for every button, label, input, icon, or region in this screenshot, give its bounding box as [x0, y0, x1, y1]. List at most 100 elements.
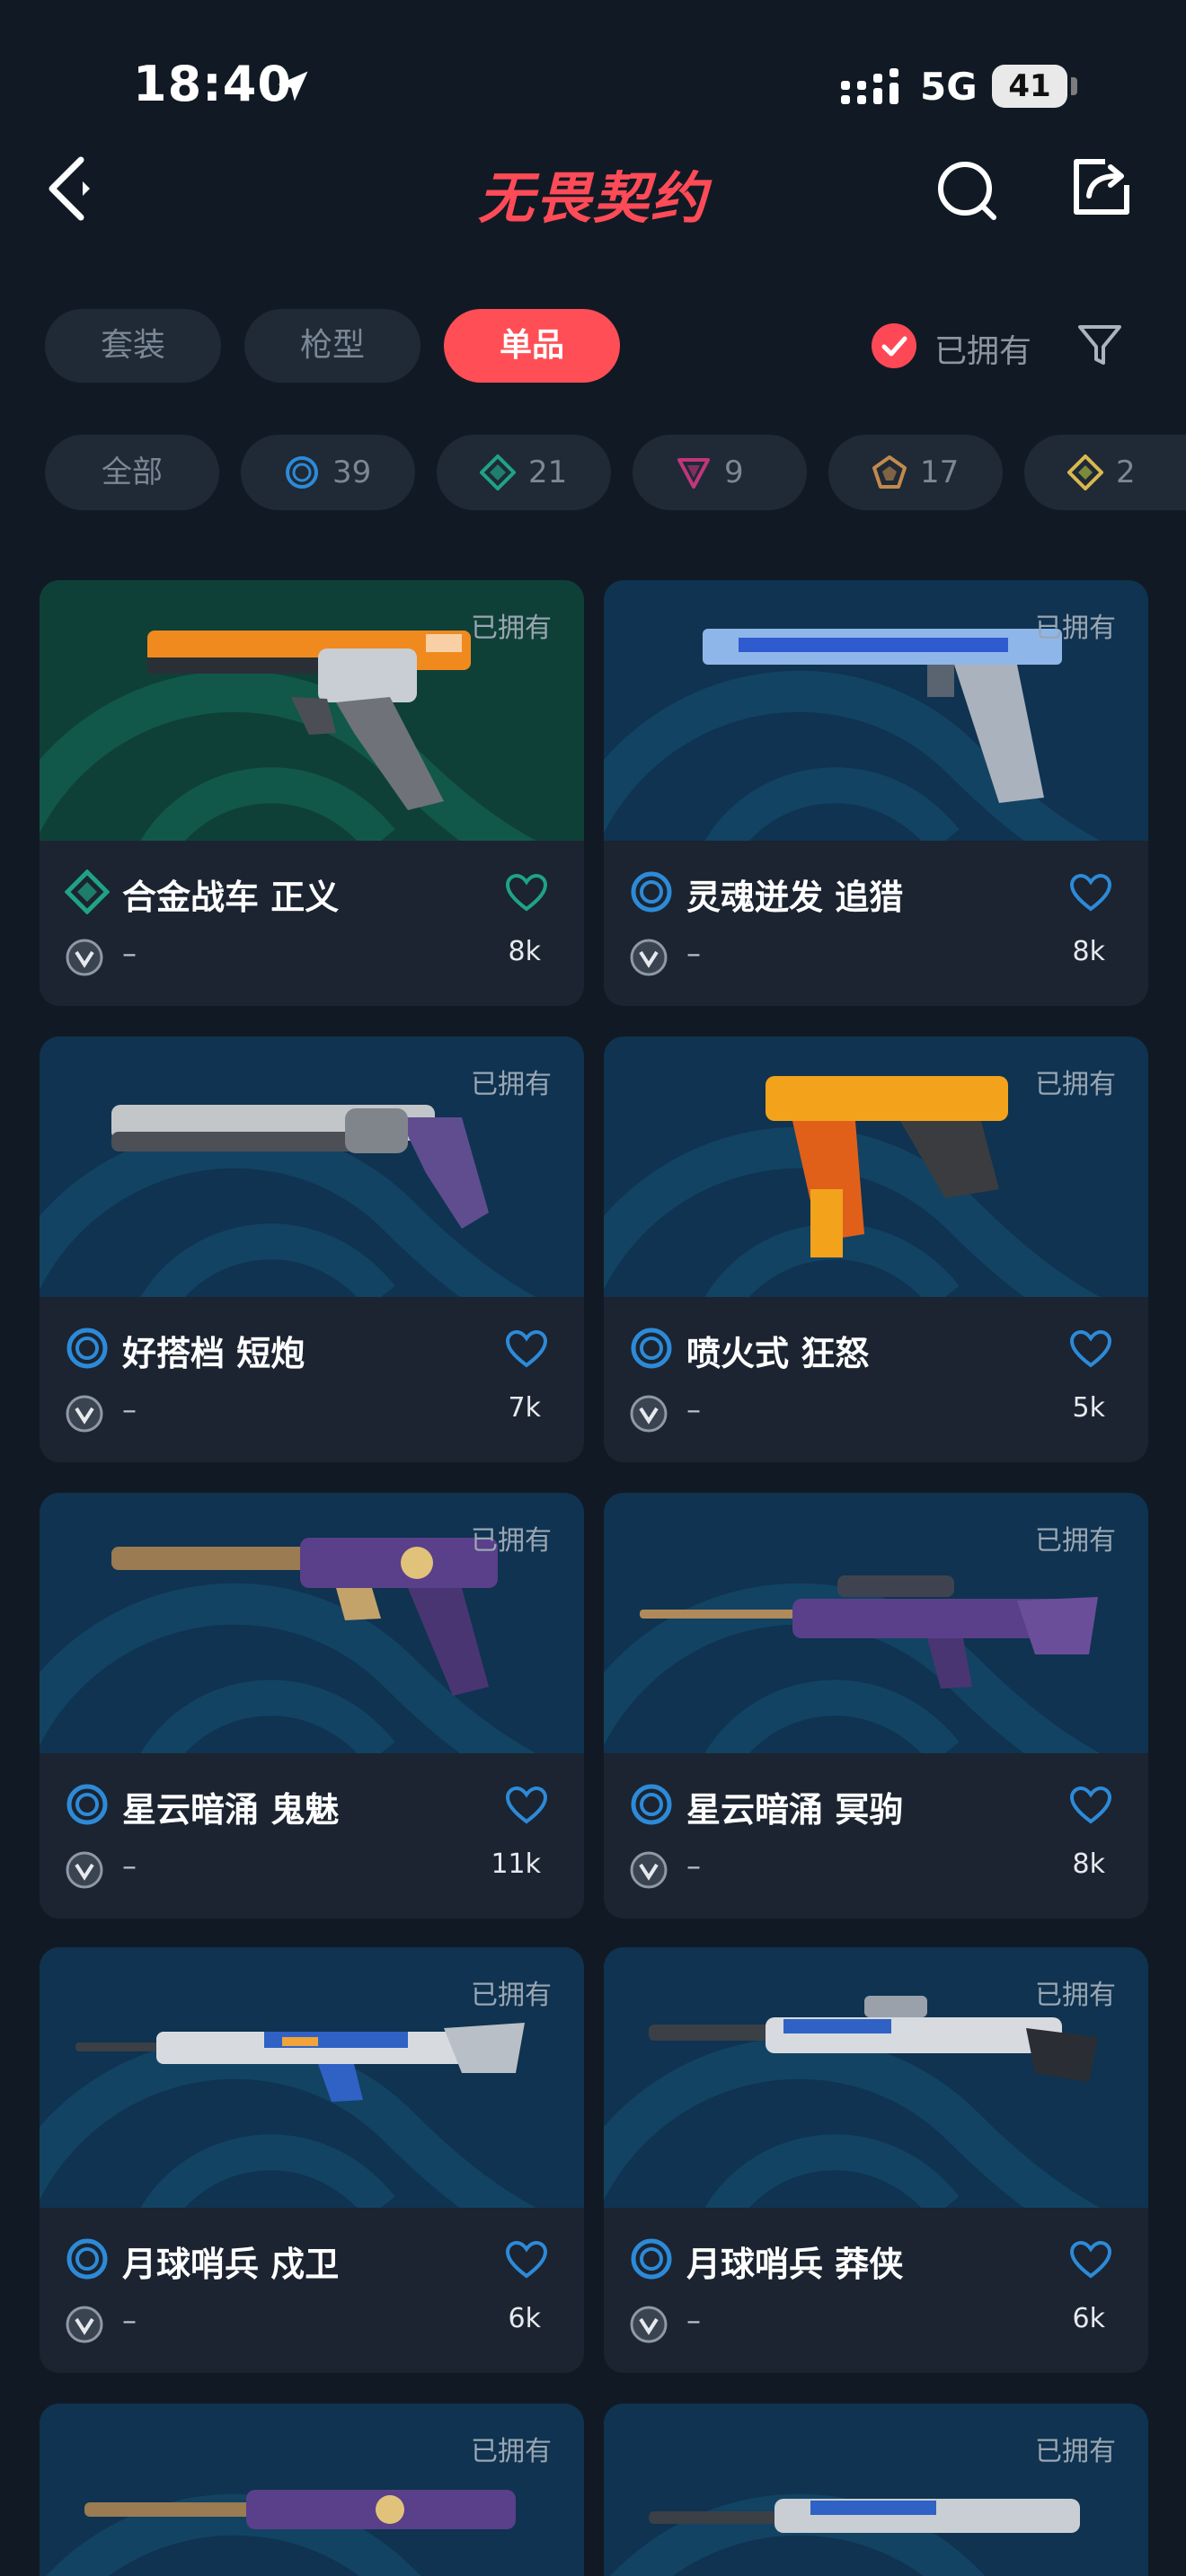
owned-tag: 已拥有 — [471, 1069, 552, 1100]
skin-name: 星云暗涌 鬼魅 — [122, 1790, 340, 1830]
like-count: 8k — [1072, 1848, 1105, 1880]
deluxe-tier-icon — [480, 454, 516, 490]
back-button[interactable] — [40, 153, 102, 225]
battery-level: 41 — [1008, 68, 1051, 104]
location-arrow-icon — [278, 71, 308, 101]
chip-count: 2 — [1116, 454, 1136, 490]
valorant-points-icon — [630, 1395, 668, 1433]
chip-premium-tier[interactable]: 9 — [633, 435, 807, 510]
skin-image: 已拥有 — [40, 1493, 584, 1753]
skin-card[interactable]: 已拥有 星云暗涌 冥驹 – 8k — [604, 1493, 1148, 1919]
owned-tag: 已拥有 — [471, 613, 552, 644]
skin-price: – — [122, 1848, 137, 1883]
skin-name: 月球哨兵 戍卫 — [122, 2245, 340, 2284]
heart-icon[interactable] — [1069, 1786, 1112, 1825]
tab-weapon-type[interactable]: 枪型 — [244, 309, 420, 383]
heart-icon[interactable] — [1069, 1329, 1112, 1369]
status-bar: 18:40 5G 41 — [0, 0, 1186, 135]
chip-count: 9 — [724, 454, 744, 490]
select-tier-icon — [66, 1328, 108, 1369]
heart-icon[interactable] — [505, 1786, 548, 1825]
owned-tag: 已拥有 — [1035, 1069, 1116, 1100]
valorant-points-icon — [66, 2306, 103, 2343]
valorant-points-icon — [630, 2306, 668, 2343]
skin-name: 月球哨兵 莽侠 — [686, 2245, 904, 2284]
exclusive-tier-icon — [872, 455, 907, 489]
like-count: 5k — [1072, 1392, 1105, 1424]
skin-card[interactable]: 已拥有 好搭档 短炮 – 7k — [40, 1037, 584, 1462]
chip-deluxe-tier[interactable]: 21 — [437, 435, 611, 510]
skin-image: 已拥有 — [604, 2404, 1148, 2576]
skin-name: 灵魂迸发 追猎 — [686, 878, 904, 917]
select-tier-icon — [631, 1328, 672, 1369]
select-tier-icon — [631, 2238, 672, 2280]
chip-all[interactable]: 全部 — [45, 435, 219, 510]
skin-price: – — [686, 1392, 701, 1426]
skin-image: 已拥有 — [40, 1037, 584, 1297]
select-tier-icon — [631, 871, 672, 913]
skin-card[interactable]: 已拥有 喷火式 狂怒 – 5k — [604, 1037, 1148, 1462]
chip-ultra-tier[interactable]: 2 — [1024, 435, 1186, 510]
chip-count: 17 — [920, 454, 960, 490]
valorant-points-icon — [630, 1851, 668, 1889]
skin-price: – — [122, 2303, 137, 2337]
heart-icon[interactable] — [1069, 873, 1112, 913]
chip-count: 39 — [332, 454, 372, 490]
skin-price: – — [686, 936, 701, 970]
share-button[interactable] — [1069, 154, 1134, 219]
search-button[interactable] — [934, 158, 999, 223]
skin-card[interactable]: 已拥有 合金战车 正义 – 8k — [40, 580, 584, 1006]
valorant-points-icon — [66, 1395, 103, 1433]
owned-tag: 已拥有 — [1035, 1980, 1116, 2011]
tab-single-item[interactable]: 单品 — [444, 309, 620, 383]
select-tier-icon — [286, 456, 318, 489]
owned-tag: 已拥有 — [471, 1525, 552, 1557]
deluxe-tier-icon — [65, 869, 110, 914]
skin-image: 已拥有 — [604, 1493, 1148, 1753]
heart-icon[interactable] — [505, 1329, 548, 1369]
network-label: 5G — [920, 65, 978, 109]
check-icon — [881, 336, 907, 357]
like-count: 8k — [1072, 936, 1105, 967]
skin-card[interactable]: 已拥有 月球哨兵 戍卫 – 6k — [40, 1947, 584, 2373]
skin-price: – — [122, 936, 137, 970]
select-tier-icon — [66, 1784, 108, 1825]
select-tier-icon — [631, 1784, 672, 1825]
heart-icon[interactable] — [505, 873, 548, 913]
heart-icon[interactable] — [505, 2240, 548, 2280]
skin-card[interactable]: 已拥有 — [40, 2404, 584, 2576]
owned-tag: 已拥有 — [1035, 1525, 1116, 1557]
skin-image: 已拥有 — [40, 1947, 584, 2208]
skin-image: 已拥有 — [604, 1947, 1148, 2208]
like-count: 11k — [491, 1848, 541, 1880]
skin-card[interactable]: 已拥有 月球哨兵 莽侠 – 6k — [604, 1947, 1148, 2373]
status-time: 18:40 — [133, 56, 292, 112]
select-tier-icon — [66, 2238, 108, 2280]
signal-icon — [841, 68, 898, 104]
owned-tag: 已拥有 — [471, 2436, 552, 2467]
skin-card[interactable]: 已拥有 灵魂迸发 追猎 – 8k — [604, 580, 1148, 1006]
chip-exclusive-tier[interactable]: 17 — [828, 435, 1003, 510]
skin-name: 喷火式 狂怒 — [686, 1334, 870, 1373]
skin-card[interactable]: 已拥有 — [604, 2404, 1148, 2576]
heart-icon[interactable] — [1069, 2240, 1112, 2280]
skin-image: 已拥有 — [604, 1037, 1148, 1297]
premium-tier-icon — [677, 458, 710, 489]
owned-tag: 已拥有 — [1035, 613, 1116, 644]
app-title: 无畏契约 — [477, 165, 708, 231]
skin-card[interactable]: 已拥有 星云暗涌 鬼魅 – 11k — [40, 1493, 584, 1919]
skin-name: 好搭档 短炮 — [122, 1334, 305, 1373]
like-count: 7k — [508, 1392, 541, 1424]
valorant-points-icon — [66, 1851, 103, 1889]
tab-bundle[interactable]: 套装 — [45, 309, 221, 383]
like-count: 6k — [1072, 2303, 1105, 2334]
like-count: 6k — [508, 2303, 541, 2334]
chip-select-tier[interactable]: 39 — [241, 435, 415, 510]
owned-filter-label[interactable]: 已拥有 — [934, 325, 1031, 372]
skin-image: 已拥有 — [40, 580, 584, 841]
owned-checkbox[interactable] — [872, 323, 916, 368]
valorant-points-icon — [630, 939, 668, 976]
battery-cap — [1071, 77, 1077, 95]
skin-name: 星云暗涌 冥驹 — [686, 1790, 904, 1830]
filter-icon[interactable] — [1075, 320, 1125, 370]
